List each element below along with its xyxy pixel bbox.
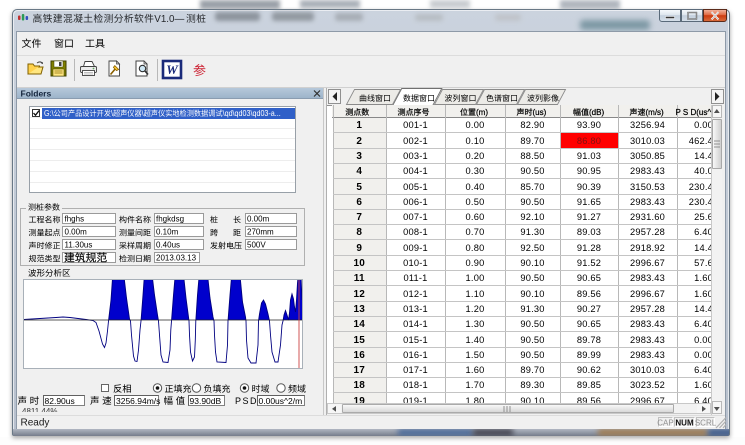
svg-text:2013.03.13: 2013.03.13 <box>156 254 197 263</box>
svg-text:93.90dB: 93.90dB <box>190 396 222 406</box>
svg-text:V1.0—: V1.0— <box>154 14 184 25</box>
svg-text:Folders: Folders <box>21 89 52 99</box>
svg-text:0.00m: 0.00m <box>247 215 270 224</box>
svg-text:CAP: CAP <box>657 419 673 428</box>
svg-text:0.10m: 0.10m <box>156 228 179 237</box>
svg-text:0.40us: 0.40us <box>156 241 180 250</box>
svg-text:Ready: Ready <box>21 418 50 429</box>
svg-text:500V: 500V <box>247 241 266 250</box>
svg-text:SCRL: SCRL <box>695 419 717 428</box>
svg-text:(m/s): (m/s) <box>646 108 665 117</box>
svg-text:P S D(us^: P S D(us^ <box>676 108 712 117</box>
svg-text:(us): (us) <box>533 108 547 117</box>
svg-text:\: \ <box>142 109 145 118</box>
svg-text:fhghs: fhghs <box>65 215 85 224</box>
svg-text:PSD: PSD <box>235 396 258 406</box>
svg-text:11.30us: 11.30us <box>65 241 93 250</box>
svg-text:(m): (m) <box>476 108 488 117</box>
svg-text:NUM: NUM <box>675 419 694 428</box>
svg-text:\: \ <box>111 109 114 118</box>
svg-text:82.90us: 82.90us <box>45 396 75 406</box>
svg-text:W: W <box>166 62 179 77</box>
svg-text:3256.94m/s: 3256.94m/s <box>116 396 160 406</box>
svg-text:\qd\qd03\qd03-a...: \qd\qd03\qd03-a... <box>223 109 281 118</box>
svg-text:0.00us^2/m: 0.00us^2/m <box>259 396 303 406</box>
svg-text:fhgkdsg: fhgkdsg <box>156 215 184 224</box>
svg-text:(dB): (dB) <box>589 108 604 117</box>
svg-text:270mm: 270mm <box>247 228 274 237</box>
svg-text:0.00m: 0.00m <box>65 228 88 237</box>
svg-text:G:\: G:\ <box>44 109 54 118</box>
